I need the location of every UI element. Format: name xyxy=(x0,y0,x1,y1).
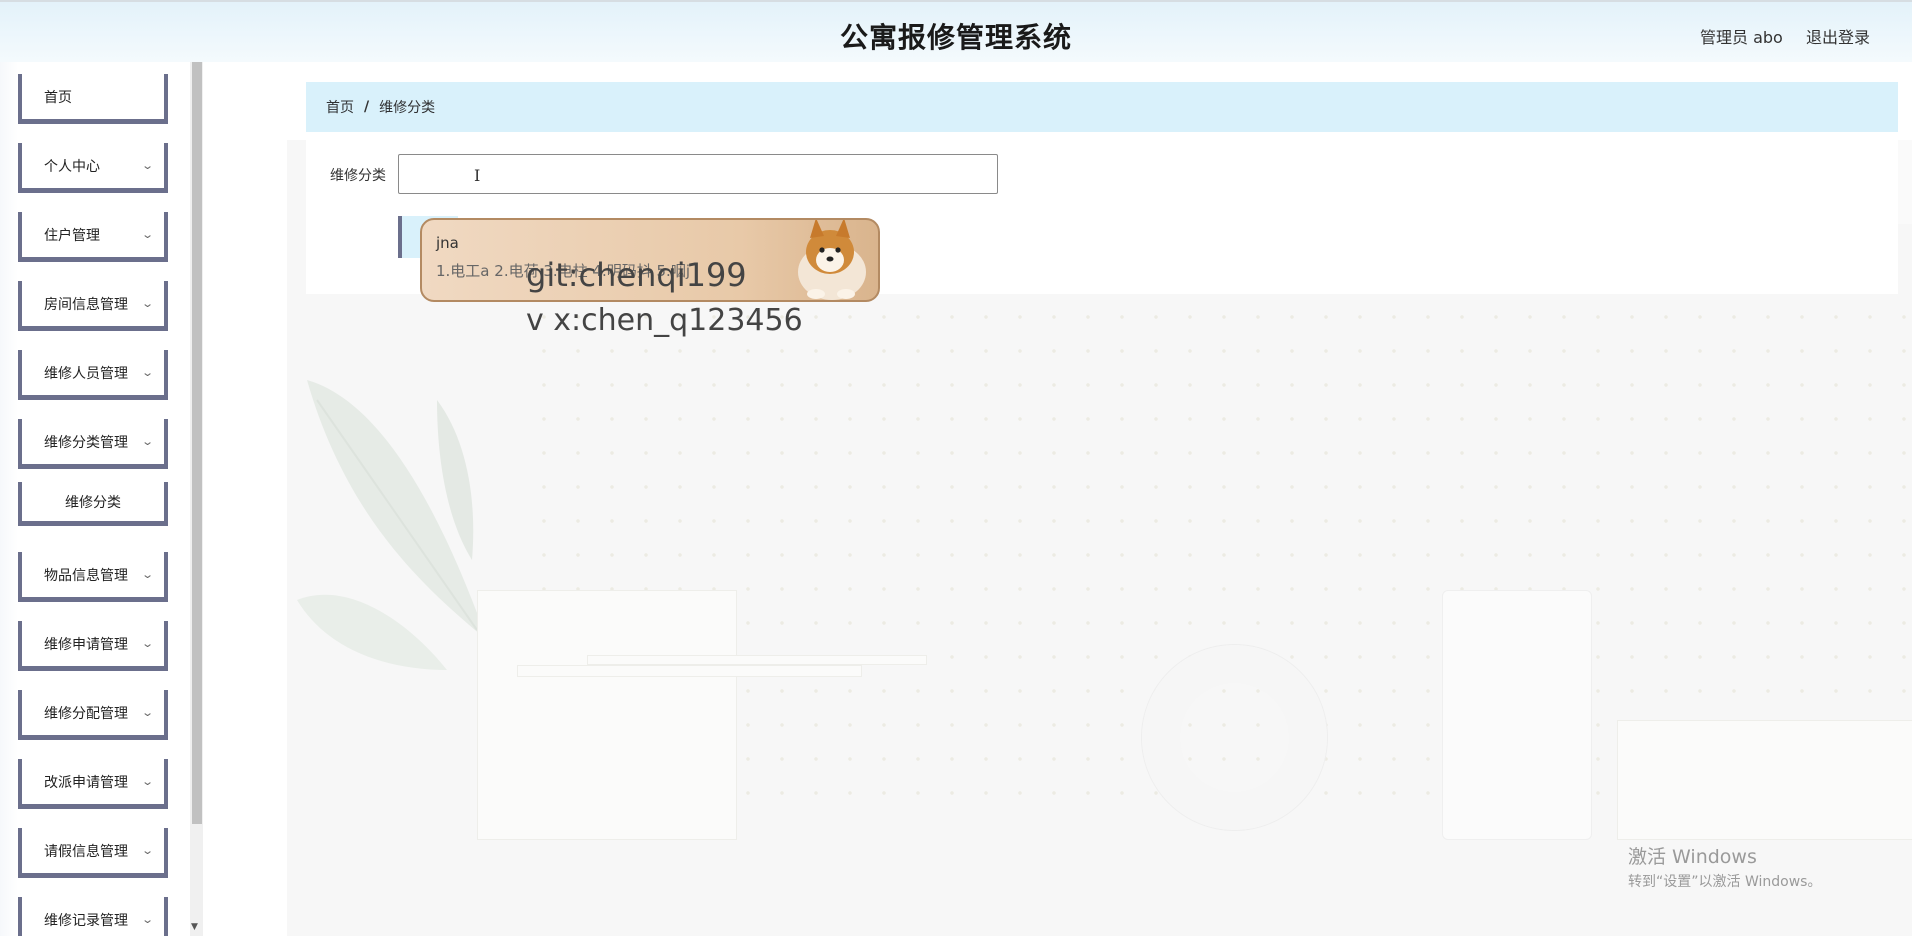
watermark-git: git:chenqi199 xyxy=(526,256,747,294)
sidebar-item-item-info-management[interactable]: 物品信息管理 ⌄ xyxy=(18,552,168,602)
sidebar-item-leave-info-management[interactable]: 请假信息管理 ⌄ xyxy=(18,828,168,878)
sidebar-item-resident-management[interactable]: 住户管理 ⌄ xyxy=(18,212,168,262)
activate-windows-subtitle: 转到“设置”以激活 Windows。 xyxy=(1628,874,1822,890)
text-cursor-icon: I xyxy=(474,166,481,185)
sidebar-item-label: 住户管理 xyxy=(44,227,100,244)
current-user-label: 管理员 abo xyxy=(1700,28,1783,47)
sidebar-subitem-repair-category[interactable]: 维修分类 xyxy=(18,482,168,526)
breadcrumb: 首页 / 维修分类 xyxy=(306,82,1898,132)
right-edge-panel xyxy=(1898,140,1912,224)
chevron-down-icon: ⌄ xyxy=(140,844,154,857)
decor-ring xyxy=(1142,645,1327,830)
app-title: 公寓报修管理系统 xyxy=(839,21,1072,54)
sidebar-item-reassign-request-management[interactable]: 改派申请管理 ⌄ xyxy=(18,759,168,809)
sidebar-item-home[interactable]: 首页 xyxy=(18,74,168,124)
sidebar-item-label: 维修申请管理 xyxy=(44,636,128,653)
ime-composition-text: jna xyxy=(436,234,459,252)
chevron-down-icon: ⌄ xyxy=(140,366,154,379)
chevron-down-icon: ⌄ xyxy=(140,568,154,581)
chevron-down-icon: ⌄ xyxy=(140,159,154,172)
decor-shelf-top xyxy=(587,655,927,665)
sidebar-item-label: 首页 xyxy=(44,89,72,106)
repair-category-label: 维修分类 xyxy=(330,168,386,184)
sidebar-item-label: 物品信息管理 xyxy=(44,567,128,584)
sidebar-item-label: 维修分类 xyxy=(65,494,121,511)
sidebar-item-label: 维修记录管理 xyxy=(44,912,128,929)
sidebar-item-repairman-management[interactable]: 维修人员管理 ⌄ xyxy=(18,350,168,400)
decor-box xyxy=(477,590,737,840)
scroll-down-arrow-icon[interactable]: ▼ xyxy=(191,922,198,932)
shiba-dog-icon xyxy=(798,220,866,300)
sidebar-item-personal-center[interactable]: 个人中心 ⌄ xyxy=(18,143,168,193)
sidebar-scroll-thumb[interactable] xyxy=(192,62,202,824)
sidebar-item-label: 维修人员管理 xyxy=(44,365,128,382)
logout-link[interactable]: 退出登录 xyxy=(1806,24,1870,48)
chevron-down-icon: ⌄ xyxy=(140,637,154,650)
sidebar-item-label: 个人中心 xyxy=(44,158,100,175)
sidebar-edge xyxy=(0,62,18,936)
sidebar-item-label: 改派申请管理 xyxy=(44,774,128,791)
sidebar-item-repair-request-management[interactable]: 维修申请管理 ⌄ xyxy=(18,621,168,671)
sidebar-item-repair-assignment-management[interactable]: 维修分配管理 ⌄ xyxy=(18,690,168,740)
breadcrumb-current: 维修分类 xyxy=(379,100,436,116)
sidebar-item-repair-record-management[interactable]: 维修记录管理 ⌄ xyxy=(18,897,168,936)
breadcrumb-home[interactable]: 首页 xyxy=(326,97,354,117)
activate-windows-title: 激活 Windows xyxy=(1628,846,1757,868)
watermark-wechat: v x:chen_q123456 xyxy=(526,303,803,338)
sidebar-item-label: 维修分配管理 xyxy=(44,705,128,722)
chevron-down-icon: ⌄ xyxy=(140,435,154,448)
chevron-down-icon: ⌄ xyxy=(140,913,154,926)
sidebar-item-label: 维修分类管理 xyxy=(44,434,128,451)
sidebar-item-label: 请假信息管理 xyxy=(44,843,128,860)
chevron-down-icon: ⌄ xyxy=(140,775,154,788)
decor-shelf xyxy=(517,665,862,677)
chevron-down-icon: ⌄ xyxy=(140,706,154,719)
chevron-down-icon: ⌄ xyxy=(140,228,154,241)
sidebar-item-repair-category-management[interactable]: 维修分类管理 ⌄ xyxy=(18,419,168,469)
decor-cylinder xyxy=(1442,590,1592,840)
decor-block xyxy=(1617,720,1912,840)
sidebar-item-room-info-management[interactable]: 房间信息管理 ⌄ xyxy=(18,281,168,331)
breadcrumb-separator: / xyxy=(364,99,370,115)
sidebar-item-label: 房间信息管理 xyxy=(44,296,128,313)
repair-category-input[interactable] xyxy=(398,154,998,194)
chevron-down-icon: ⌄ xyxy=(140,297,154,310)
top-header: 公寓报修管理系统 管理员 abo 退出登录 xyxy=(0,0,1912,62)
